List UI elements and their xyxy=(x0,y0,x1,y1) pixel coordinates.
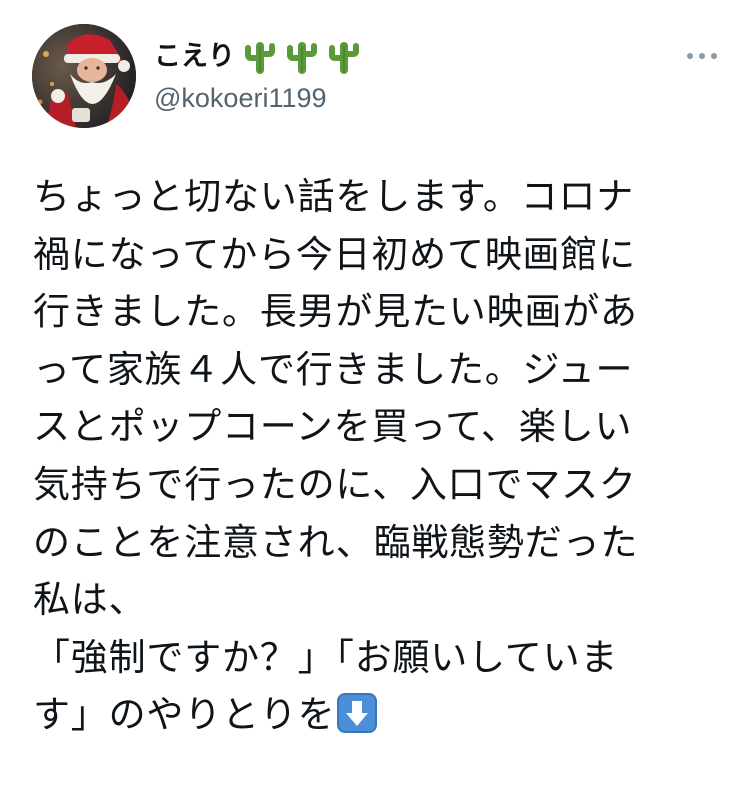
tweet-text-line: す」のやりとりを xyxy=(33,693,336,737)
author-handle[interactable]: @kokoeri1199 xyxy=(154,82,361,114)
down-arrow-emoji xyxy=(337,692,378,734)
cactus-emoji xyxy=(285,38,319,76)
tweet-text-last-line: す」のやりとりを xyxy=(33,686,698,744)
avatar[interactable] xyxy=(32,24,136,128)
tweet-text-line: 私は、 xyxy=(33,578,147,622)
tweet: こえり @kokoeri1199 ちょっと切ない話をします。コロナ 禍になってか… xyxy=(0,0,750,807)
tweet-text-line: 「強制ですか？」「お願いしていま xyxy=(33,635,619,679)
tweet-text-line: 気持ちで行ったのに、入口でマスク xyxy=(33,462,637,506)
tweet-text-line: 禍になってから今日初めて映画館に xyxy=(33,232,636,276)
tweet-text-line: 行きました。長男が見たい映画があ xyxy=(33,290,638,334)
tweet-header: こえり @kokoeri1199 xyxy=(32,24,722,128)
more-horizontal-icon[interactable] xyxy=(682,44,722,68)
display-name[interactable]: こえり xyxy=(154,38,361,76)
tweet-text-line: ちょっと切ない話をします。コロナ xyxy=(33,175,635,218)
display-name-text: こえり xyxy=(154,41,235,72)
cactus-emoji xyxy=(327,38,361,76)
tweet-text-line: のことを注意され、臨戦態勢だった xyxy=(33,520,639,564)
tweet-text-line: って家族４人で行きました。ジュー xyxy=(33,347,634,391)
tweet-text: ちょっと切ない話をします。コロナ 禍になってから今日初めて映画館に 行きました。… xyxy=(33,168,698,744)
tweet-text-line: スとポップコーンを買って、楽しい xyxy=(33,405,633,449)
author-names: こえり @kokoeri1199 xyxy=(154,38,361,114)
cactus-emoji xyxy=(243,38,277,76)
